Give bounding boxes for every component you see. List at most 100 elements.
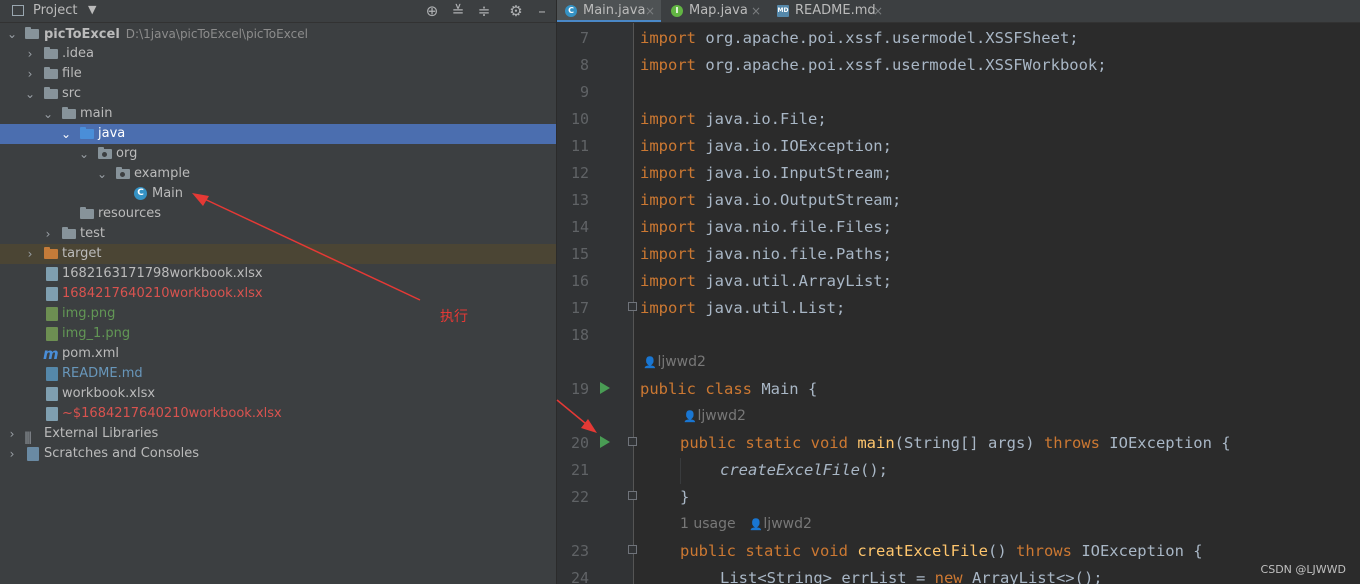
tree-item-label: Scratches and Consoles: [44, 446, 200, 461]
code-line[interactable]: public static void main(String[] args) t…: [680, 434, 1231, 452]
code-line[interactable]: List<String> errList = new ArrayList<>()…: [720, 569, 1103, 584]
code-line[interactable]: import java.util.List;: [640, 299, 845, 317]
folder-icon: [62, 107, 76, 119]
project-icon: [12, 5, 24, 16]
tree-item-label: External Libraries: [44, 426, 159, 441]
tree-item-main-class[interactable]: C Main: [0, 184, 556, 204]
tree-item-label: java: [98, 126, 126, 141]
folder-icon: [44, 67, 58, 79]
chevron-down-icon[interactable]: ⌄: [42, 104, 54, 124]
tree-item-test[interactable]: › test: [0, 224, 556, 244]
collapse-all-icon[interactable]: ≑: [476, 2, 492, 20]
close-icon[interactable]: ×: [645, 0, 655, 22]
code-line[interactable]: }: [680, 488, 689, 506]
author-hint[interactable]: 👤 ljwwd2: [683, 408, 746, 424]
project-title[interactable]: Project: [33, 3, 77, 18]
code-line[interactable]: import java.io.IOException;: [640, 137, 892, 155]
code-line[interactable]: import java.util.ArrayList;: [640, 272, 892, 290]
tree-item-idea[interactable]: › .idea: [0, 44, 556, 64]
close-icon[interactable]: ×: [873, 0, 883, 22]
package-icon: [116, 167, 130, 179]
usage-hint[interactable]: 1 usage 👤 ljwwd2: [680, 516, 812, 532]
tree-item-label: 1682163171798workbook.xlsx: [62, 266, 263, 281]
code-line[interactable]: import java.io.InputStream;: [640, 164, 892, 182]
tree-item-main-folder[interactable]: ⌄ main: [0, 104, 556, 124]
line-number: 21: [570, 461, 589, 479]
tree-item-src[interactable]: ⌄ src: [0, 84, 556, 104]
tree-item-file-xlsx[interactable]: ~$1684217640210workbook.xlsx: [0, 404, 556, 424]
run-main-icon[interactable]: [600, 436, 610, 448]
watermark: CSDN @LJWWD: [1260, 563, 1346, 576]
crosshair-icon[interactable]: ⊕: [424, 2, 440, 20]
run-class-icon[interactable]: [600, 382, 610, 394]
tree-item-readme[interactable]: README.md: [0, 364, 556, 384]
fold-icon[interactable]: [628, 545, 637, 554]
tab-main-java[interactable]: C Main.java ×: [557, 0, 661, 22]
tree-item-file-xlsx[interactable]: 1682163171798workbook.xlsx: [0, 264, 556, 284]
line-number: 7: [579, 29, 589, 47]
line-number: 13: [570, 191, 589, 209]
expand-all-icon[interactable]: ≚: [450, 2, 466, 20]
line-number: 18: [570, 326, 589, 344]
tree-item-file[interactable]: › file: [0, 64, 556, 84]
tree-item-target[interactable]: › target: [0, 244, 556, 264]
code-line[interactable]: createExcelFile();: [720, 461, 888, 479]
chevron-down-icon[interactable]: ▼: [88, 3, 96, 16]
tree-item-project-root[interactable]: ⌄ picToExcel D:\1java\picToExcel\picToExc…: [0, 24, 556, 44]
excel-file-icon: [46, 267, 58, 281]
gear-icon[interactable]: ⚙: [508, 2, 524, 20]
tree-item-file-png[interactable]: img.png: [0, 304, 556, 324]
project-toolbar: Project ▼ ⊕ ≚ ≑ ⚙ –: [0, 0, 556, 23]
tab-label: Main.java: [583, 3, 646, 18]
folder-icon: [44, 47, 58, 59]
tree-item-java[interactable]: ⌄ java: [0, 124, 556, 144]
fold-icon[interactable]: [628, 302, 637, 311]
tree-item-file-png[interactable]: img_1.png: [0, 324, 556, 344]
tree-item-example[interactable]: ⌄ example: [0, 164, 556, 184]
scratches-icon: [27, 447, 39, 461]
chevron-right-icon[interactable]: ›: [42, 224, 54, 244]
project-path: D:\1java\picToExcel\picToExcel: [125, 27, 308, 41]
annotation-label: 执行: [440, 309, 468, 325]
code-line[interactable]: import java.nio.file.Files;: [640, 218, 892, 236]
chevron-right-icon[interactable]: ›: [24, 64, 36, 84]
indent-guide: [680, 458, 681, 484]
tab-map-java[interactable]: I Map.java ×: [663, 0, 767, 22]
chevron-right-icon[interactable]: ›: [24, 44, 36, 64]
chevron-right-icon[interactable]: ›: [24, 244, 36, 264]
chevron-down-icon[interactable]: ⌄: [6, 24, 18, 44]
tree-item-external-libraries[interactable]: › ||| External Libraries: [0, 424, 556, 444]
chevron-down-icon[interactable]: ⌄: [78, 144, 90, 164]
close-icon[interactable]: ×: [751, 0, 761, 22]
line-number: 24: [570, 569, 589, 584]
code-line[interactable]: import java.io.OutputStream;: [640, 191, 901, 209]
chevron-right-icon[interactable]: ›: [6, 444, 18, 464]
tab-readme[interactable]: MD README.md ×: [769, 0, 887, 22]
code-line[interactable]: import org.apache.poi.xssf.usermodel.XSS…: [640, 56, 1107, 74]
line-number: 23: [570, 542, 589, 560]
chevron-down-icon[interactable]: ⌄: [24, 84, 36, 104]
tree-item-resources[interactable]: resources: [0, 204, 556, 224]
tree-item-pom[interactable]: m pom.xml: [0, 344, 556, 364]
code-line[interactable]: public static void creatExcelFile() thro…: [680, 542, 1203, 560]
tree-item-scratches[interactable]: › Scratches and Consoles: [0, 444, 556, 464]
image-file-icon: [46, 307, 58, 321]
fold-icon[interactable]: [628, 491, 637, 500]
minimize-icon[interactable]: –: [534, 2, 550, 20]
tree-item-file-xlsx[interactable]: 1684217640210workbook.xlsx: [0, 284, 556, 304]
code-line[interactable]: import java.io.File;: [640, 110, 827, 128]
author-hint[interactable]: 👤 ljwwd2: [643, 354, 706, 370]
code-line[interactable]: public class Main {: [640, 380, 817, 398]
tree-item-org[interactable]: ⌄ org: [0, 144, 556, 164]
fold-icon[interactable]: [628, 437, 637, 446]
chevron-down-icon[interactable]: ⌄: [60, 124, 72, 144]
chevron-down-icon[interactable]: ⌄: [96, 164, 108, 184]
code-line[interactable]: import org.apache.poi.xssf.usermodel.XSS…: [640, 29, 1079, 47]
maven-icon: m: [43, 345, 59, 363]
tree-item-file-xlsx[interactable]: workbook.xlsx: [0, 384, 556, 404]
excel-file-icon: [46, 407, 58, 421]
code-line[interactable]: import java.nio.file.Paths;: [640, 245, 892, 263]
tree-item-label: resources: [98, 206, 162, 221]
chevron-right-icon[interactable]: ›: [6, 424, 18, 444]
editor-tabs: C Main.java × I Map.java × MD README.md …: [557, 0, 1360, 23]
